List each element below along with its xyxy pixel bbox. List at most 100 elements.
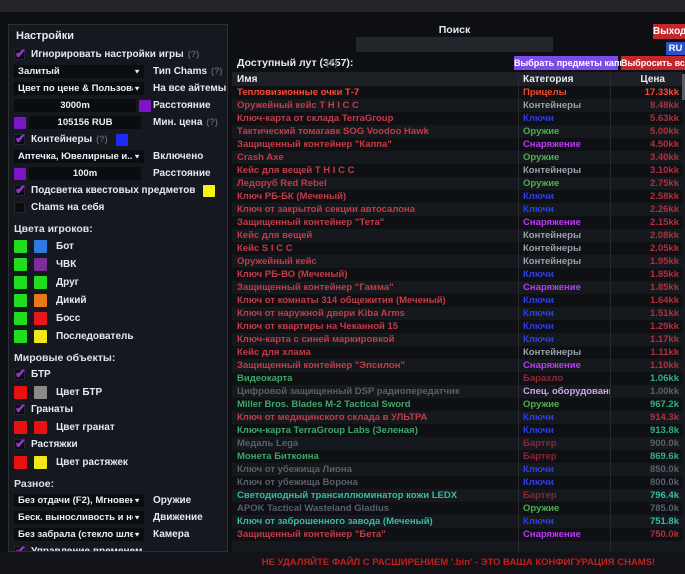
weapon-options-dropdown[interactable]: Без отдачи (F2), Мгновенное п▼ bbox=[14, 494, 144, 507]
camera-options-dropdown[interactable]: Без забрала (стекло шлема)▼ bbox=[14, 528, 144, 541]
table-row[interactable]: Ключ от медицинского склада в УЛЬТРАКлюч… bbox=[232, 411, 685, 424]
table-row[interactable]: Оружейный кейс T H I C CКонтейнеры8.48kk bbox=[232, 99, 685, 112]
movement-options-dropdown[interactable]: Беск. выносливость и нет уста▼ bbox=[14, 511, 144, 524]
table-row[interactable]: Ледоруб Red RebelОружие2.75kk bbox=[232, 177, 685, 190]
table-row[interactable]: Монета БиткоинаБартер869.6k bbox=[232, 450, 685, 463]
column-category[interactable]: Категория bbox=[518, 72, 610, 86]
table-row[interactable]: Ключ от закрытой секции автосалонаКлючи2… bbox=[232, 203, 685, 216]
table-row[interactable]: APOK Tactical Wasteland GladiusОружие785… bbox=[232, 502, 685, 515]
chams-type-dropdown[interactable]: Залитый▼ bbox=[14, 65, 144, 78]
friend-colors-swatch-2[interactable] bbox=[34, 276, 47, 289]
quest-items-highlight-color-swatch[interactable] bbox=[203, 185, 215, 197]
items-distance-input[interactable] bbox=[14, 99, 136, 112]
min-price-color-swatch[interactable] bbox=[14, 117, 26, 129]
table-row[interactable]: Защищенный контейнер "Тета"Снаряжение2.1… bbox=[232, 216, 685, 229]
table-row[interactable]: Ключ РБ-ВО (Меченый)Ключи1.85kk bbox=[232, 268, 685, 281]
scav-colors-label: Дикий bbox=[56, 295, 87, 306]
friend-colors-swatch-1[interactable] bbox=[14, 276, 27, 289]
table-row[interactable]: Crash AxeОружие3.40kk bbox=[232, 151, 685, 164]
containers-distance-input[interactable] bbox=[29, 167, 141, 180]
table-row[interactable]: Ключ от наружной двери Kiba ArmsКлючи1.5… bbox=[232, 307, 685, 320]
containers-checkbox[interactable] bbox=[14, 134, 25, 145]
table-row[interactable]: Кейс S I C CКонтейнеры2.05kk bbox=[232, 242, 685, 255]
table-row[interactable]: Ключ РБ-БК (Меченый)Ключи2.58kk bbox=[232, 190, 685, 203]
table-row[interactable]: Miller Bros. Blades M-2 Tactical SwordОр… bbox=[232, 398, 685, 411]
pmc-colors-swatch-1[interactable] bbox=[14, 258, 27, 271]
table-row[interactable]: Ключ от заброшенного завода (Меченый)Клю… bbox=[232, 515, 685, 528]
min-price-input[interactable] bbox=[29, 116, 141, 129]
item-price: 2.58kk bbox=[610, 190, 685, 203]
movement-options-label: Движение bbox=[153, 512, 203, 523]
item-price: 967.2k bbox=[610, 398, 685, 411]
column-name[interactable]: Имя bbox=[232, 74, 518, 85]
grenade-color-swatch-2[interactable] bbox=[34, 421, 47, 434]
table-row[interactable]: Ключ-карта от склада TerraGroupКлючи5.63… bbox=[232, 112, 685, 125]
table-row[interactable] bbox=[232, 541, 685, 552]
item-name: Ключ-карта от склада TerraGroup bbox=[232, 113, 518, 124]
search-input[interactable] bbox=[356, 37, 553, 52]
drop-all-button[interactable]: Выбросить все bbox=[621, 56, 685, 70]
tripwires-toggle-checkbox[interactable] bbox=[14, 439, 25, 450]
items-distance-color-swatch[interactable] bbox=[139, 100, 151, 112]
grenades-toggle-checkbox[interactable] bbox=[14, 404, 25, 415]
containers-distance-color-swatch[interactable] bbox=[14, 168, 26, 180]
item-price: 1.85kk bbox=[610, 268, 685, 281]
item-price: 1.85kk bbox=[610, 281, 685, 294]
follower-colors-swatch-2[interactable] bbox=[34, 330, 47, 343]
table-row[interactable]: Ключ от убежища ЛионаКлючи850.0k bbox=[232, 463, 685, 476]
tripwire-color-swatch-2[interactable] bbox=[34, 456, 47, 469]
table-row[interactable]: Оружейный кейсКонтейнеры1.95kk bbox=[232, 255, 685, 268]
table-row[interactable]: Защищенный контейнер "Бета"Снаряжение750… bbox=[232, 528, 685, 541]
language-button[interactable]: RU bbox=[666, 42, 685, 55]
btr-color-swatch-1[interactable] bbox=[14, 386, 27, 399]
pmc-colors-swatch-2[interactable] bbox=[34, 258, 47, 271]
exit-button[interactable]: Выход bbox=[653, 24, 685, 39]
table-row[interactable]: Цифровой защищенный DSP радиопередатчикС… bbox=[232, 385, 685, 398]
enabled-categories-dropdown[interactable]: Аптечка, Ювелирные и...▼ bbox=[14, 150, 144, 163]
item-category: Снаряжение bbox=[518, 281, 610, 294]
all-items-color-mode-label: На все айтемы bbox=[153, 83, 226, 94]
item-category: Оружие bbox=[518, 502, 610, 515]
table-row[interactable]: Защищенный контейнер "Эпсилон"Снаряжение… bbox=[232, 359, 685, 372]
grenade-color-swatch-1[interactable] bbox=[14, 421, 27, 434]
boss-colors-swatch-2[interactable] bbox=[34, 312, 47, 325]
table-row[interactable]: Кейс для хламаКонтейнеры1.11kk bbox=[232, 346, 685, 359]
boss-colors-swatch-1[interactable] bbox=[14, 312, 27, 325]
table-row[interactable]: Защищенный контейнер "Гамма"Снаряжение1.… bbox=[232, 281, 685, 294]
table-row[interactable]: Тепловизионные очки Т-7Прицелы17.33kk bbox=[232, 86, 685, 99]
all-items-color-mode-value: Цвет по цене & Пользователь bbox=[14, 83, 133, 94]
table-row[interactable]: Тактический томагавк SOG Voodoo HawkОруж… bbox=[232, 125, 685, 138]
ignore-game-settings-checkbox[interactable] bbox=[14, 49, 25, 60]
table-row[interactable]: Ключ-карта с синей маркировкойКлючи1.17k… bbox=[232, 333, 685, 346]
enabled-categories-row: Аптечка, Ювелирные и...▼Включено bbox=[14, 150, 223, 163]
table-row[interactable]: Ключ от комнаты 314 общежития (Меченый)К… bbox=[232, 294, 685, 307]
follower-colors-swatch-1[interactable] bbox=[14, 330, 27, 343]
all-items-color-mode-dropdown[interactable]: Цвет по цене & Пользователь▼ bbox=[14, 82, 144, 95]
btr-color-swatch-2[interactable] bbox=[34, 386, 47, 399]
select-kappa-items-button[interactable]: Выбрать предметы каппа bbox=[514, 56, 618, 70]
item-category: Снаряжение bbox=[518, 528, 610, 541]
table-row[interactable]: Защищенный контейнер "Каппа"Снаряжение4.… bbox=[232, 138, 685, 151]
bot-colors-swatch-2[interactable] bbox=[34, 240, 47, 253]
item-category: Ключи bbox=[518, 476, 610, 489]
items-distance-row: Расстояние bbox=[14, 99, 223, 112]
bot-colors-swatch-1[interactable] bbox=[14, 240, 27, 253]
btr-toggle-checkbox[interactable] bbox=[14, 369, 25, 380]
table-row[interactable]: Светодиодный трансиллюминатор кожи LEDXБ… bbox=[232, 489, 685, 502]
chevron-down-icon: ▼ bbox=[133, 531, 141, 538]
chams-on-self-checkbox[interactable] bbox=[14, 202, 25, 213]
table-row[interactable]: Ключ от убежища ВоронаКлючи800.0k bbox=[232, 476, 685, 489]
quest-items-highlight-checkbox[interactable] bbox=[14, 185, 25, 196]
table-row[interactable]: Ключ-карта TerraGroup Labs (Зеленая)Ключ… bbox=[232, 424, 685, 437]
scav-colors-swatch-2[interactable] bbox=[34, 294, 47, 307]
containers-color-swatch[interactable] bbox=[116, 134, 128, 146]
quest-items-highlight-label: Подсветка квестовых предметов bbox=[31, 185, 195, 196]
table-row[interactable]: Медаль LegaБартер900.0k bbox=[232, 437, 685, 450]
column-price[interactable]: Цена bbox=[610, 72, 685, 86]
table-row[interactable]: Кейс для вещейКонтейнеры2.08kk bbox=[232, 229, 685, 242]
table-row[interactable]: Кейс для вещей T H I C CКонтейнеры3.10kk bbox=[232, 164, 685, 177]
tripwire-color-swatch-1[interactable] bbox=[14, 456, 27, 469]
table-row[interactable]: Ключ от квартиры на Чеканной 15Ключи1.29… bbox=[232, 320, 685, 333]
table-row[interactable]: ВидеокартаБарахло1.06kk bbox=[232, 372, 685, 385]
scav-colors-swatch-1[interactable] bbox=[14, 294, 27, 307]
